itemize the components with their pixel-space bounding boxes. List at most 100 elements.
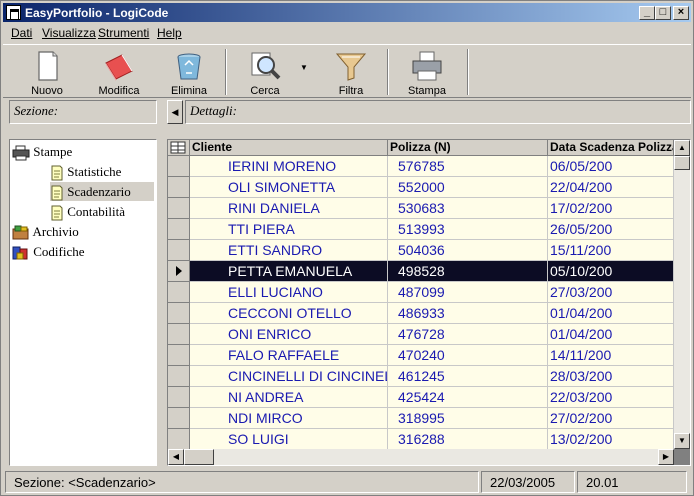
cell-cliente[interactable]: OLI SIMONETTA <box>190 177 388 198</box>
tree-item-statistiche[interactable]: Statistiche <box>50 162 121 181</box>
cell-cliente[interactable]: NDI MIRCO <box>190 408 388 429</box>
cell-cliente[interactable]: SO LUIGI <box>190 429 388 450</box>
scroll-left-icon[interactable]: ◀ <box>168 449 184 465</box>
row-selector[interactable] <box>168 282 190 303</box>
cell-polizza[interactable]: 576785 <box>388 156 548 177</box>
row-selector[interactable] <box>168 198 190 219</box>
column-header-cliente[interactable]: Cliente <box>190 140 388 156</box>
cell-cliente[interactable]: RINI DANIELA <box>190 198 388 219</box>
cell-cliente[interactable]: ELLI LUCIANO <box>190 282 388 303</box>
vertical-scroll-thumb[interactable] <box>674 156 690 170</box>
column-header-polizza[interactable]: Polizza (N) <box>388 140 548 156</box>
maximize-button[interactable]: □ <box>655 6 671 20</box>
cell-cliente[interactable]: CINCINELLI DI CINCINEL <box>190 366 388 387</box>
cell-cliente[interactable]: ONI ENRICO <box>190 324 388 345</box>
cell-scadenza[interactable]: 26/05/200 <box>548 219 674 240</box>
vertical-scrollbar[interactable]: ▲ ▼ <box>674 140 690 449</box>
row-selector[interactable] <box>168 429 190 450</box>
row-selector[interactable] <box>168 345 190 366</box>
table-row[interactable]: RINI DANIELA 530683 17/02/200 <box>168 198 674 219</box>
table-row[interactable]: TTI PIERA 513993 26/05/200 <box>168 219 674 240</box>
cell-scadenza[interactable]: 27/02/200 <box>548 408 674 429</box>
table-row[interactable]: NI ANDREA 425424 22/03/200 <box>168 387 674 408</box>
cell-cliente[interactable]: PETTA EMANUELA <box>190 261 388 282</box>
horizontal-scrollbar[interactable]: ◀ ▶ <box>168 449 674 465</box>
row-selector[interactable] <box>168 408 190 429</box>
table-row[interactable]: FALO RAFFAELE 470240 14/11/200 <box>168 345 674 366</box>
tree-item-archivio[interactable]: Archivio <box>12 222 79 241</box>
menu-strumenti[interactable]: Strumenti <box>98 26 149 40</box>
cell-cliente[interactable]: NI ANDREA <box>190 387 388 408</box>
table-row[interactable]: ONI ENRICO 476728 01/04/200 <box>168 324 674 345</box>
cell-polizza[interactable]: 425424 <box>388 387 548 408</box>
row-selector[interactable] <box>168 177 190 198</box>
row-selector[interactable] <box>168 303 190 324</box>
scroll-down-icon[interactable]: ▼ <box>674 433 690 449</box>
scroll-right-icon[interactable]: ▶ <box>658 449 674 465</box>
cell-cliente[interactable]: CECCONI OTELLO <box>190 303 388 324</box>
tree-item-scadenzario[interactable]: Scadenzario <box>50 182 154 201</box>
table-row[interactable]: ELLI LUCIANO 487099 27/03/200 <box>168 282 674 303</box>
cell-scadenza[interactable]: 05/10/200 <box>548 261 674 282</box>
grid-corner-icon[interactable] <box>168 140 190 156</box>
cell-polizza[interactable]: 504036 <box>388 240 548 261</box>
cell-scadenza[interactable]: 28/03/200 <box>548 366 674 387</box>
row-selector[interactable] <box>168 156 190 177</box>
cerca-dropdown-icon[interactable]: ▼ <box>299 63 309 73</box>
table-row[interactable]: NDI MIRCO 318995 27/02/200 <box>168 408 674 429</box>
stampa-button[interactable]: Stampa <box>401 47 453 97</box>
cell-polizza[interactable]: 318995 <box>388 408 548 429</box>
menu-help[interactable]: Help <box>157 26 182 40</box>
modifica-button[interactable]: Modifica <box>91 47 147 97</box>
cell-cliente[interactable]: FALO RAFFAELE <box>190 345 388 366</box>
cell-cliente[interactable]: IERINI MORENO <box>190 156 388 177</box>
cell-polizza[interactable]: 461245 <box>388 366 548 387</box>
table-row[interactable]: IERINI MORENO 576785 06/05/200 <box>168 156 674 177</box>
cell-cliente[interactable]: TTI PIERA <box>190 219 388 240</box>
cerca-button[interactable]: Cerca <box>239 47 291 97</box>
close-button[interactable]: × <box>673 6 689 20</box>
cell-scadenza[interactable]: 01/04/200 <box>548 303 674 324</box>
cell-polizza[interactable]: 487099 <box>388 282 548 303</box>
cell-cliente[interactable]: ETTI SANDRO <box>190 240 388 261</box>
table-row[interactable]: CECCONI OTELLO 486933 01/04/200 <box>168 303 674 324</box>
row-selector[interactable] <box>168 387 190 408</box>
column-header-data-scadenza[interactable]: Data Scadenza Polizza <box>548 140 674 156</box>
cell-scadenza[interactable]: 27/03/200 <box>548 282 674 303</box>
horizontal-scroll-thumb[interactable] <box>184 449 214 465</box>
nuovo-button[interactable]: Nuovo <box>21 47 73 97</box>
elimina-button[interactable]: Elimina <box>163 47 215 97</box>
tree-item-stampe[interactable]: Stampe <box>12 142 72 161</box>
cell-polizza[interactable]: 470240 <box>388 345 548 366</box>
cell-polizza[interactable]: 498528 <box>388 261 548 282</box>
row-selector[interactable] <box>168 240 190 261</box>
table-row[interactable]: SO LUIGI 316288 13/02/200 <box>168 429 674 450</box>
cell-scadenza[interactable]: 22/03/200 <box>548 387 674 408</box>
cell-scadenza[interactable]: 01/04/200 <box>548 324 674 345</box>
table-row[interactable]: ETTI SANDRO 504036 15/11/200 <box>168 240 674 261</box>
table-row[interactable]: CINCINELLI DI CINCINEL 461245 28/03/200 <box>168 366 674 387</box>
cell-scadenza[interactable]: 13/02/200 <box>548 429 674 450</box>
cell-polizza[interactable]: 316288 <box>388 429 548 450</box>
cell-polizza[interactable]: 552000 <box>388 177 548 198</box>
row-selector[interactable] <box>168 324 190 345</box>
cell-scadenza[interactable]: 15/11/200 <box>548 240 674 261</box>
row-selector[interactable] <box>168 219 190 240</box>
collapse-panel-button[interactable]: ◀ <box>167 100 183 124</box>
tree-item-codifiche[interactable]: Codifiche <box>12 242 85 261</box>
row-selector[interactable] <box>168 261 190 282</box>
tree-item-contabilita[interactable]: Contabilità <box>50 202 125 221</box>
cell-polizza[interactable]: 476728 <box>388 324 548 345</box>
minimize-button[interactable]: _ <box>639 6 655 20</box>
cell-polizza[interactable]: 513993 <box>388 219 548 240</box>
cell-scadenza[interactable]: 22/04/200 <box>548 177 674 198</box>
cell-scadenza[interactable]: 06/05/200 <box>548 156 674 177</box>
menu-dati[interactable]: Dati <box>11 26 32 40</box>
filtra-button[interactable]: Filtra <box>325 47 377 97</box>
scroll-up-icon[interactable]: ▲ <box>674 140 690 156</box>
cell-polizza[interactable]: 486933 <box>388 303 548 324</box>
menu-visualizza[interactable]: Visualizza <box>42 26 96 40</box>
cell-polizza[interactable]: 530683 <box>388 198 548 219</box>
table-row[interactable]: OLI SIMONETTA 552000 22/04/200 <box>168 177 674 198</box>
title-bar[interactable]: EasyPortfolio - LogiCode _ □ × <box>3 3 691 22</box>
